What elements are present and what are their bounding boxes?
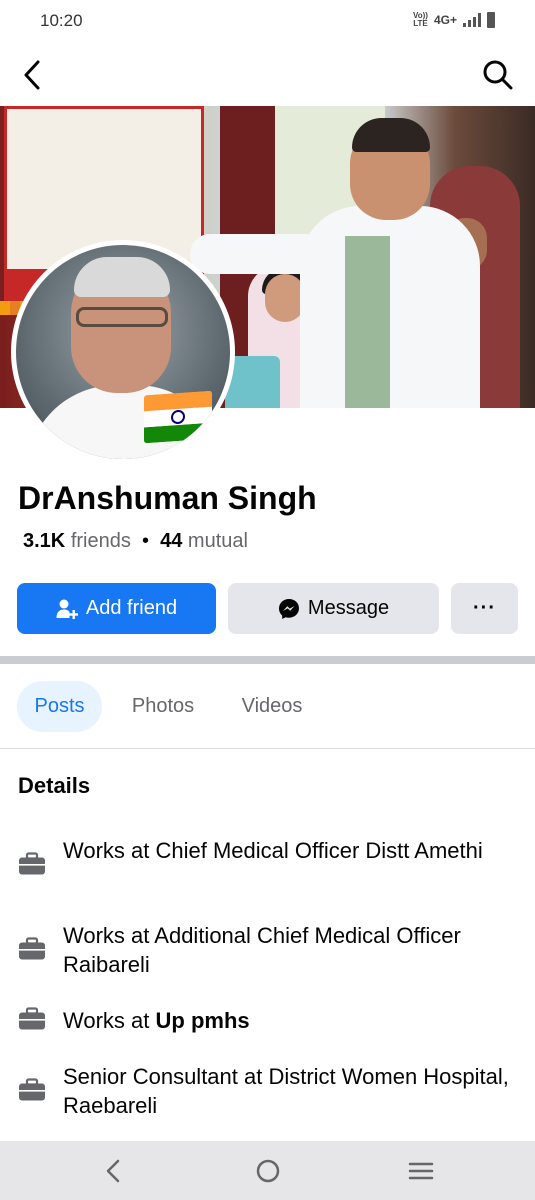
status-time: 10:20: [40, 11, 83, 30]
add-friend-button[interactable]: Add friend: [17, 583, 216, 634]
message-label: Message: [307, 597, 390, 619]
briefcase-icon: [19, 852, 45, 875]
tab-photos[interactable]: Photos: [120, 681, 206, 732]
tab-videos[interactable]: Videos: [229, 681, 315, 732]
status-bar: 10:20 Vo)) LTE 4G+: [0, 0, 535, 44]
section-divider: [0, 656, 535, 664]
briefcase-icon: [19, 937, 45, 960]
arrow-left-icon: [24, 60, 40, 90]
signal-icon: [463, 13, 481, 27]
tabs-divider: [0, 748, 535, 749]
avatar: [16, 245, 230, 459]
system-back-button[interactable]: [94, 1155, 134, 1187]
friends-summary[interactable]: 3.1K friends • 44 mutual: [23, 530, 248, 553]
battery-icon: [487, 12, 495, 28]
network-type: 4G+: [433, 13, 457, 27]
workplace-link[interactable]: Up pmhs: [156, 1008, 250, 1033]
volte-indicator: Vo)) LTE: [413, 11, 428, 28]
separator-dot: •: [141, 530, 149, 552]
system-recents-button[interactable]: [401, 1155, 441, 1187]
add-friend-label: Add friend: [85, 597, 178, 619]
search-icon: [483, 60, 513, 90]
back-button[interactable]: [18, 58, 50, 92]
india-flag-icon: [144, 390, 212, 444]
profile-name: DrAnshuman Singh: [18, 480, 317, 516]
tab-posts[interactable]: Posts: [17, 681, 102, 732]
home-circle-icon: [256, 1159, 280, 1183]
chevron-left-icon: [106, 1159, 120, 1183]
mutual-label: mutual: [187, 530, 248, 552]
briefcase-icon: [19, 1007, 45, 1030]
messenger-icon: [278, 598, 299, 619]
system-nav-bar: [0, 1141, 535, 1200]
search-button[interactable]: [481, 58, 515, 92]
add-person-icon: [56, 599, 78, 619]
mutual-count: 44: [160, 530, 183, 552]
message-button[interactable]: Message: [228, 583, 439, 634]
status-indicators: Vo)) LTE 4G+: [413, 12, 495, 28]
more-options-button[interactable]: ···: [451, 583, 518, 634]
menu-lines-icon: [408, 1162, 434, 1180]
system-home-button[interactable]: [248, 1155, 288, 1187]
profile-picture[interactable]: [11, 240, 235, 464]
details-heading: Details: [18, 773, 91, 798]
briefcase-icon: [19, 1078, 45, 1101]
top-bar: [0, 44, 535, 106]
friends-count: 3.1K: [23, 530, 66, 552]
friends-label: friends: [70, 530, 131, 552]
more-icon: ···: [473, 597, 496, 619]
